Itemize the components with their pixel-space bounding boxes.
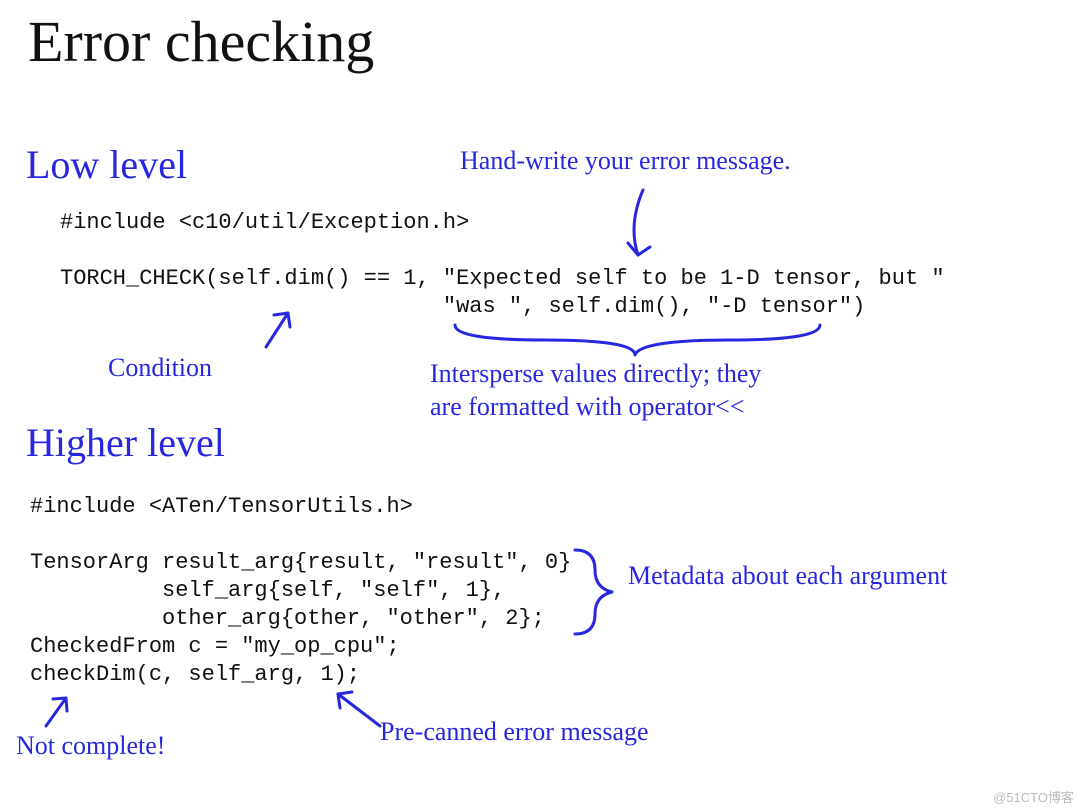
high-tensorarg-1: TensorArg result_arg{result, "result", 0… xyxy=(30,550,571,575)
note-not-complete: Not complete! xyxy=(16,730,165,763)
arrow-handwrite-icon xyxy=(618,185,678,265)
low-torchcheck-line2: "was ", self.dim(), "-D tensor") xyxy=(60,294,865,319)
high-tensorarg-3: other_arg{other, "other", 2}; xyxy=(30,606,545,631)
note-condition: Condition xyxy=(108,352,212,385)
low-torchcheck-line1: TORCH_CHECK(self.dim() == 1, "Expected s… xyxy=(60,266,945,291)
high-include: #include <ATen/TensorUtils.h> xyxy=(30,494,413,519)
brace-metadata-icon xyxy=(570,548,620,638)
note-hand-write: Hand-write your error message. xyxy=(460,145,791,178)
page-title: Error checking xyxy=(28,8,374,75)
brace-intersperse-icon xyxy=(450,320,830,360)
high-tensorarg-2: self_arg{self, "self", 1}, xyxy=(30,578,505,603)
note-precanned: Pre-canned error message xyxy=(380,716,649,749)
arrow-notcomplete-icon xyxy=(40,692,80,732)
high-checkdim: checkDim(c, self_arg, 1); xyxy=(30,662,360,687)
low-include: #include <c10/util/Exception.h> xyxy=(60,210,469,235)
note-metadata: Metadata about each argument xyxy=(628,560,947,593)
high-checkedfrom: CheckedFrom c = "my_op_cpu"; xyxy=(30,634,400,659)
arrow-condition-icon xyxy=(258,305,308,355)
higher-level-heading: Higher level xyxy=(26,418,225,468)
low-level-heading: Low level xyxy=(26,140,187,190)
note-intersperse: Intersperse values directly; they are fo… xyxy=(430,358,761,423)
watermark: @51CTO博客 xyxy=(993,787,1074,806)
